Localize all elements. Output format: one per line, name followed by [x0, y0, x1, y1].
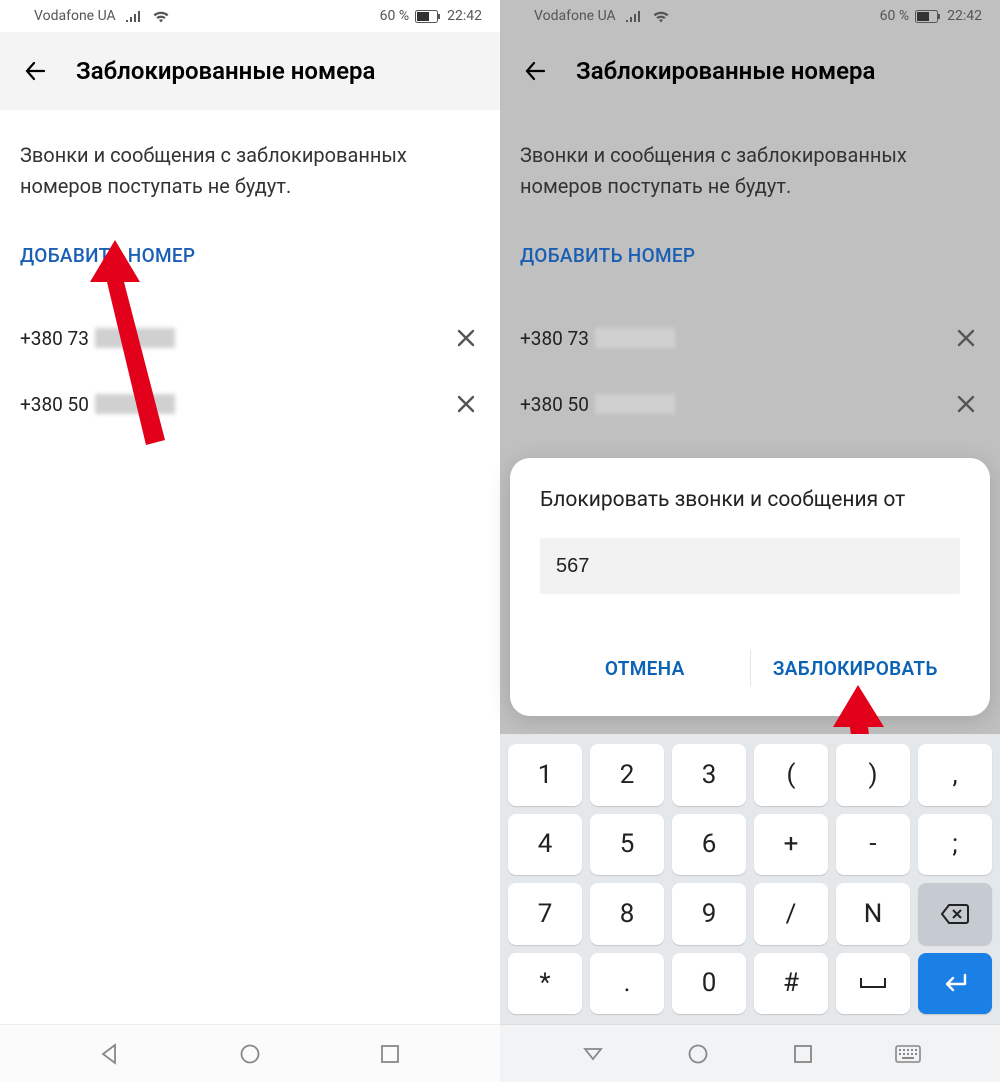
status-bar: Vodafone UA 60 % 22:42: [0, 0, 500, 32]
backspace-icon: [940, 903, 970, 925]
key-comma[interactable]: ,: [918, 744, 992, 806]
nav-recent-icon[interactable]: [783, 1034, 823, 1074]
remove-number-button[interactable]: [952, 390, 980, 418]
number-prefix: +380 73: [520, 327, 589, 350]
censored-number: [595, 328, 675, 348]
key-3[interactable]: 3: [672, 744, 746, 806]
key-period[interactable]: .: [590, 953, 664, 1015]
carrier-label: Vodafone UA: [34, 8, 116, 24]
numeric-keypad: 1 2 3 ( ) , 4 5 6 + - ; 7 8 9 / N * . 0 …: [500, 734, 1000, 1024]
signal-icon: [126, 10, 142, 22]
wifi-icon: [652, 10, 670, 23]
carrier-label: Vodafone UA: [534, 8, 616, 24]
clock: 22:42: [447, 8, 482, 24]
number-prefix: +380 50: [20, 393, 89, 416]
header: Заблокированные номера: [0, 32, 500, 110]
nav-back-icon[interactable]: [90, 1034, 130, 1074]
remove-number-button[interactable]: [952, 324, 980, 352]
nav-bar: [500, 1024, 1000, 1082]
phone-number-input[interactable]: [540, 538, 960, 594]
blocked-number-row: +380 50: [20, 371, 480, 437]
key-4[interactable]: 4: [508, 814, 582, 876]
key-close-paren[interactable]: ): [836, 744, 910, 806]
back-button[interactable]: [20, 55, 52, 87]
description-text: Звонки и сообщения с заблокированных ном…: [520, 140, 980, 202]
key-n[interactable]: N: [836, 883, 910, 945]
block-button[interactable]: ЗАБЛОКИРОВАТЬ: [751, 640, 961, 696]
remove-number-button[interactable]: [452, 324, 480, 352]
battery-percent: 60 %: [880, 8, 909, 24]
header: Заблокированные номера: [500, 32, 1000, 110]
battery-icon: [415, 10, 441, 23]
cancel-button[interactable]: ОТМЕНА: [540, 640, 750, 696]
space-icon: [858, 975, 888, 991]
key-8[interactable]: 8: [590, 883, 664, 945]
nav-bar: [0, 1024, 500, 1082]
number-prefix: +380 73: [20, 327, 89, 350]
blocked-number-row: +380 73: [520, 305, 980, 371]
add-number-link[interactable]: ДОБАВИТЬ НОМЕР: [20, 244, 480, 267]
clock: 22:42: [947, 8, 982, 24]
page-title: Заблокированные номера: [576, 57, 875, 85]
block-number-dialog: Блокировать звонки и сообщения от ОТМЕНА…: [510, 458, 990, 716]
description-text: Звонки и сообщения с заблокированных ном…: [20, 140, 480, 202]
nav-recent-icon[interactable]: [370, 1034, 410, 1074]
key-1[interactable]: 1: [508, 744, 582, 806]
key-5[interactable]: 5: [590, 814, 664, 876]
blocked-number-row: +380 50: [520, 371, 980, 437]
status-bar: Vodafone UA 60 % 22:42: [500, 0, 1000, 32]
back-button[interactable]: [520, 55, 552, 87]
key-minus[interactable]: -: [836, 814, 910, 876]
battery-percent: 60 %: [380, 8, 409, 24]
key-plus[interactable]: +: [754, 814, 828, 876]
phone-screenshot-right: Vodafone UA 60 % 22:42 Заблокированные н…: [500, 0, 1000, 1082]
key-hash[interactable]: #: [754, 953, 828, 1015]
page-title: Заблокированные номера: [76, 57, 375, 85]
nav-home-icon[interactable]: [230, 1034, 270, 1074]
phone-screenshot-left: Vodafone UA 60 % 22:42 Заблокированные н…: [0, 0, 500, 1082]
censored-number: [95, 328, 175, 348]
enter-icon: [941, 972, 969, 994]
battery-icon: [915, 10, 941, 23]
key-slash[interactable]: /: [754, 883, 828, 945]
nav-keyboard-icon[interactable]: [888, 1034, 928, 1074]
key-enter[interactable]: [918, 953, 992, 1015]
blocked-number-row: +380 73: [20, 305, 480, 371]
wifi-icon: [152, 10, 170, 23]
key-7[interactable]: 7: [508, 883, 582, 945]
key-2[interactable]: 2: [590, 744, 664, 806]
nav-home-icon[interactable]: [678, 1034, 718, 1074]
key-6[interactable]: 6: [672, 814, 746, 876]
dialog-title: Блокировать звонки и сообщения от: [540, 488, 960, 512]
number-prefix: +380 50: [520, 393, 589, 416]
censored-number: [95, 394, 175, 414]
key-0[interactable]: 0: [672, 953, 746, 1015]
remove-number-button[interactable]: [452, 390, 480, 418]
key-semicolon[interactable]: ;: [918, 814, 992, 876]
key-space[interactable]: [836, 953, 910, 1015]
key-9[interactable]: 9: [672, 883, 746, 945]
add-number-link[interactable]: ДОБАВИТЬ НОМЕР: [520, 244, 980, 267]
key-asterisk[interactable]: *: [508, 953, 582, 1015]
content-area: Звонки и сообщения с заблокированных ном…: [0, 110, 500, 1082]
key-open-paren[interactable]: (: [754, 744, 828, 806]
signal-icon: [626, 10, 642, 22]
censored-number: [595, 394, 675, 414]
key-backspace[interactable]: [918, 883, 992, 945]
nav-back-icon[interactable]: [573, 1034, 613, 1074]
